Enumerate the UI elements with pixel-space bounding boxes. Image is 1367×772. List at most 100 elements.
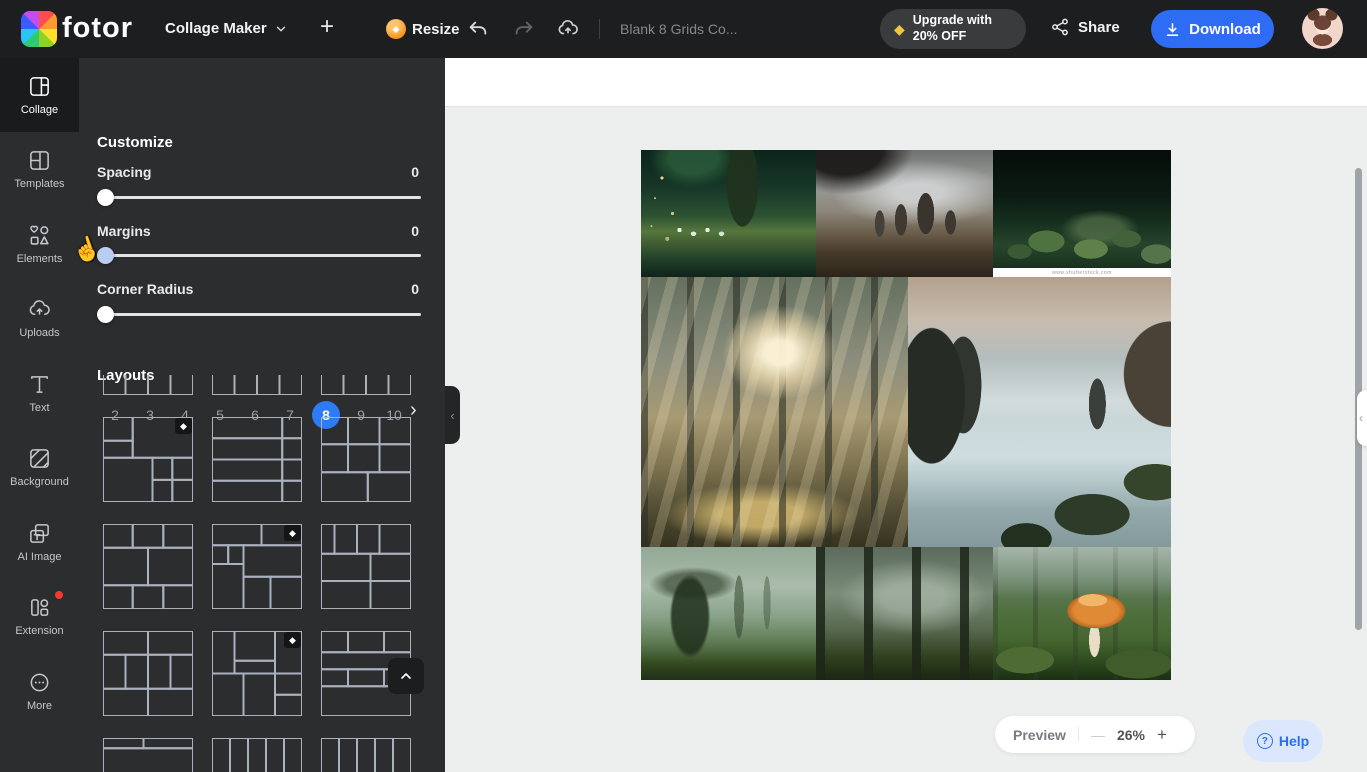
extension-icon bbox=[28, 596, 51, 619]
layout-thumbnail-15[interactable] bbox=[321, 738, 411, 772]
text-icon bbox=[28, 373, 51, 396]
document-title[interactable]: Blank 8 Grids Co... bbox=[620, 21, 760, 37]
upgrade-line1: Upgrade with bbox=[913, 13, 992, 27]
sidebar-item-ai-image[interactable]: AI Image bbox=[0, 505, 79, 579]
redo-icon[interactable] bbox=[513, 18, 535, 40]
corner-radius-slider[interactable] bbox=[97, 313, 421, 316]
right-panel-collapse-handle[interactable]: ‹ bbox=[1357, 390, 1367, 446]
top-bar: fotor Collage Maker + ◆ Resize Blank 8 G… bbox=[0, 0, 1367, 58]
sidebar-item-label: Collage bbox=[21, 104, 58, 116]
layout-grid-preview bbox=[321, 738, 411, 772]
collage-maker-menu[interactable]: Collage Maker bbox=[165, 20, 267, 37]
share-button[interactable]: Share bbox=[1050, 17, 1120, 37]
sidebar-item-label: Background bbox=[10, 476, 69, 488]
zoom-level[interactable]: 26% bbox=[1117, 727, 1145, 743]
scroll-to-top-button[interactable] bbox=[388, 658, 424, 694]
layout-grid-preview bbox=[103, 738, 193, 772]
help-button[interactable]: ? Help bbox=[1243, 720, 1323, 762]
collage-photo-mossy-forest-fireflies[interactable] bbox=[641, 150, 816, 277]
fotor-logo-icon[interactable] bbox=[21, 11, 57, 47]
collage-photo-foggy-graveyard[interactable] bbox=[816, 150, 993, 277]
layout-thumbnail-8[interactable]: ◆ bbox=[212, 524, 302, 609]
spacing-label: Spacing bbox=[97, 164, 151, 180]
collage-photo-dark-pine-forest[interactable] bbox=[816, 547, 993, 680]
layout-thumbnail-14[interactable] bbox=[212, 738, 302, 772]
premium-diamond-badge: ◆ bbox=[284, 525, 301, 541]
upgrade-button[interactable]: ◆ Upgrade with20% OFF bbox=[880, 9, 1026, 49]
sidebar-item-more[interactable]: More bbox=[0, 654, 79, 728]
layout-grid-preview bbox=[321, 417, 411, 502]
zoom-out-button[interactable]: — bbox=[1091, 727, 1105, 743]
background-icon bbox=[28, 447, 51, 470]
layout-grid-preview bbox=[103, 524, 193, 609]
layout-thumbnail-13[interactable] bbox=[103, 738, 193, 772]
sidebar-item-label: Uploads bbox=[19, 327, 59, 339]
layout-thumbnail-3[interactable] bbox=[321, 375, 411, 395]
collage-photo-misty-coastal-rocks[interactable] bbox=[908, 277, 1171, 547]
corner-radius-slider-knob[interactable] bbox=[97, 306, 114, 323]
collage-canvas[interactable]: www.shutterstock.com bbox=[641, 150, 1171, 680]
chevron-up-icon bbox=[398, 668, 414, 684]
spacing-slider[interactable] bbox=[97, 196, 421, 199]
share-nodes-icon bbox=[1050, 17, 1070, 37]
fotor-logo-text[interactable]: fotor bbox=[62, 12, 133, 45]
uploads-icon bbox=[28, 298, 51, 321]
layouts-scroll-area[interactable]: ◆ ◆ ◆ bbox=[79, 375, 445, 772]
collage-photo-dark-moss-rocks[interactable]: www.shutterstock.com bbox=[993, 150, 1171, 277]
layout-grid-preview bbox=[212, 417, 302, 502]
new-project-button[interactable]: + bbox=[320, 13, 334, 41]
layout-thumbnail-1[interactable] bbox=[103, 375, 193, 395]
layout-thumbnail-9[interactable] bbox=[321, 524, 411, 609]
resize-button[interactable]: Resize bbox=[412, 21, 460, 38]
margins-label: Margins bbox=[97, 223, 151, 239]
preview-button[interactable]: Preview bbox=[1013, 727, 1066, 743]
sidebar-item-text[interactable]: Text bbox=[0, 356, 79, 430]
spacing-slider-knob[interactable] bbox=[97, 189, 114, 206]
toolbar-divider bbox=[599, 19, 600, 39]
app-window: fotor Collage Maker + ◆ Resize Blank 8 G… bbox=[0, 0, 1367, 772]
share-label: Share bbox=[1078, 19, 1120, 36]
layout-grid-preview bbox=[321, 375, 411, 395]
panel-collapse-handle[interactable]: ‹ bbox=[445, 386, 460, 444]
sidebar-item-templates[interactable]: Templates bbox=[0, 133, 79, 207]
collage-icon bbox=[28, 75, 51, 98]
spacing-value: 0 bbox=[411, 164, 419, 180]
download-button[interactable]: Download bbox=[1151, 10, 1274, 48]
sidebar-item-background[interactable]: Background bbox=[0, 431, 79, 505]
collage-photo-sunbeam-forest[interactable] bbox=[641, 277, 908, 547]
customize-title: Customize bbox=[97, 134, 173, 151]
margins-slider[interactable] bbox=[97, 254, 421, 257]
download-icon bbox=[1164, 21, 1181, 38]
layout-thumbnail-7[interactable] bbox=[103, 524, 193, 609]
layout-thumbnail-5[interactable] bbox=[212, 417, 302, 502]
margins-slider-knob[interactable] bbox=[97, 247, 114, 264]
sidebar-item-elements[interactable]: Elements bbox=[0, 207, 79, 281]
layout-thumbnail-10[interactable] bbox=[103, 631, 193, 716]
layout-grid-preview bbox=[321, 524, 411, 609]
layout-grid-preview bbox=[212, 375, 302, 395]
sidebar-item-label: AI Image bbox=[17, 551, 61, 563]
zoom-in-button[interactable]: + bbox=[1157, 725, 1167, 745]
collage-photo-orange-mushroom[interactable] bbox=[993, 547, 1171, 680]
sidebar-item-uploads[interactable]: Uploads bbox=[0, 282, 79, 356]
layout-thumbnail-6[interactable] bbox=[321, 417, 411, 502]
question-mark-icon: ? bbox=[1257, 733, 1273, 749]
left-sidebar: Collage Templates Elements Uploads Text … bbox=[0, 58, 79, 772]
chevron-down-icon[interactable] bbox=[274, 22, 288, 36]
premium-diamond-badge: ◆ bbox=[284, 632, 301, 648]
templates-icon bbox=[28, 149, 51, 172]
sidebar-item-extension[interactable]: Extension bbox=[0, 580, 79, 654]
layout-thumbnail-4[interactable]: ◆ bbox=[103, 417, 193, 502]
layout-thumbnail-11[interactable]: ◆ bbox=[212, 631, 302, 716]
zoombar-divider bbox=[1078, 727, 1079, 742]
user-avatar[interactable] bbox=[1302, 8, 1343, 49]
collage-photo-misty-green-forest[interactable] bbox=[641, 547, 816, 680]
upgrade-line2: 20% OFF bbox=[913, 29, 967, 43]
cloud-upload-icon[interactable] bbox=[557, 18, 579, 40]
layout-thumbnail-2[interactable] bbox=[212, 375, 302, 395]
layout-grid-preview bbox=[103, 631, 193, 716]
sidebar-item-collage[interactable]: Collage bbox=[0, 58, 79, 132]
undo-icon[interactable] bbox=[467, 18, 489, 40]
margins-value: 0 bbox=[411, 223, 419, 239]
sidebar-item-label: Extension bbox=[15, 625, 63, 637]
